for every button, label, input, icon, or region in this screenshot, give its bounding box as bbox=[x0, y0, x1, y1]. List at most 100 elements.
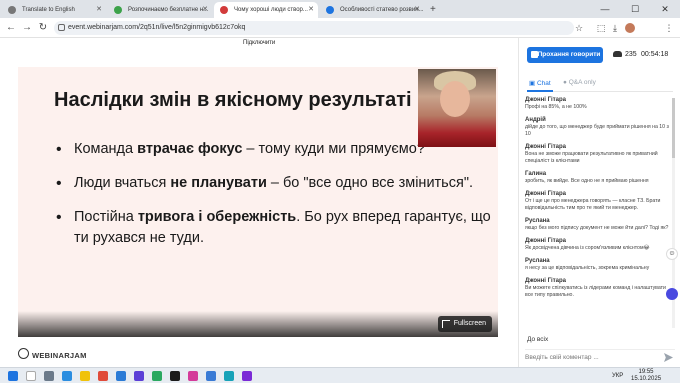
tab-chat-label: Chat bbox=[536, 80, 551, 87]
close-tab-icon[interactable]: ✕ bbox=[308, 2, 314, 18]
bullet-text: Люди вчаться bbox=[74, 175, 171, 191]
app-icon[interactable] bbox=[170, 371, 180, 381]
presentation-slide: Наслідки змін в якісному результаті Кома… bbox=[18, 67, 498, 337]
message-text: Ви можете спілкуватись із лідерами коман… bbox=[525, 285, 666, 298]
task-view-icon[interactable] bbox=[44, 371, 54, 381]
bullet-text: – бо "все одно все зміниться". bbox=[266, 175, 474, 191]
slide-bullet: Постійна тривога і обережність. Бо рух в… bbox=[56, 207, 496, 249]
viewer-count-value: 235 bbox=[625, 51, 637, 58]
address-toolbar: ← → ↻ event.webinarjam.com/2q51n/live/l5… bbox=[0, 18, 680, 38]
bullet-text: Постійна bbox=[74, 209, 138, 225]
close-tab-icon[interactable]: ✕ bbox=[414, 2, 420, 18]
site-info-icon[interactable] bbox=[58, 24, 65, 31]
presentation-area: Підключити Наслідки змін в якісному резу… bbox=[0, 38, 518, 367]
webinarjam-logo-icon bbox=[18, 348, 29, 359]
app-icon[interactable] bbox=[134, 371, 144, 381]
message-text: я несу за це відповідальність, зокрема к… bbox=[525, 265, 650, 271]
request-to-speak-label: Прохання говорити bbox=[537, 51, 601, 58]
message-text: Як досвідчена дівчина із сором'язливим к… bbox=[525, 245, 650, 251]
bookmark-star-icon[interactable]: ☆ bbox=[572, 21, 586, 35]
bullet-bold: тривога і обережність bbox=[137, 209, 297, 225]
app-icon[interactable] bbox=[206, 371, 216, 381]
message-text: От і ще це про менеджера говорять — клас… bbox=[525, 198, 661, 211]
fullscreen-label: Fullscreen bbox=[453, 320, 486, 327]
send-icon[interactable] bbox=[664, 353, 673, 362]
chrome-browser-icon[interactable] bbox=[98, 371, 108, 381]
message-author: Галина bbox=[525, 171, 547, 177]
request-to-speak-button[interactable]: Прохання говорити bbox=[527, 47, 603, 63]
chat-message: Джонні Гітара Ви можете спілкуватись із … bbox=[525, 277, 671, 299]
message-author: Андрій bbox=[525, 117, 546, 123]
app-icon[interactable] bbox=[152, 371, 162, 381]
start-menu-icon[interactable] bbox=[8, 371, 18, 381]
close-tab-icon[interactable]: ✕ bbox=[96, 2, 102, 18]
message-text: якщо без мого підпису документ не може й… bbox=[525, 225, 669, 231]
fullscreen-icon bbox=[441, 320, 450, 328]
app-icon[interactable] bbox=[242, 371, 252, 381]
tab-chat[interactable]: ▣ Chat bbox=[529, 79, 551, 87]
browser-tab[interactable]: Translate to English ✕ bbox=[2, 2, 106, 18]
chat-message: Руслана якщо без мого підпису документ н… bbox=[525, 217, 671, 232]
browser-tab-active[interactable]: Чому хороші люди створ... ✕ bbox=[214, 2, 318, 18]
clock-date: 15.10.2025 bbox=[631, 376, 662, 382]
viewer-count: 235 bbox=[613, 51, 637, 58]
presenter-webcam[interactable] bbox=[418, 69, 496, 147]
extensions-icon[interactable]: ⬚ bbox=[594, 21, 608, 35]
url-text: event.webinarjam.com/2q51n/live/l5n2ginm… bbox=[68, 24, 246, 31]
reload-icon[interactable]: ↻ bbox=[36, 21, 50, 35]
slide-bullet: Люди вчаться не планувати – бо "все одно… bbox=[56, 173, 496, 194]
comment-input[interactable]: Введіть свій коментар ... bbox=[525, 349, 675, 365]
forward-icon[interactable]: → bbox=[20, 21, 34, 35]
hand-icon bbox=[531, 51, 538, 58]
chat-sidebar: Прохання говорити 235 00:54:18 ▣ Chat ● … bbox=[518, 38, 680, 367]
app-icon[interactable] bbox=[224, 371, 234, 381]
app-icon[interactable] bbox=[188, 371, 198, 381]
search-icon[interactable] bbox=[26, 371, 36, 381]
system-clock[interactable]: 19:55 15.10.2025 bbox=[631, 369, 661, 383]
webinarjam-logo: WEBINARJAM bbox=[32, 351, 87, 360]
recipient-select[interactable]: До всіх bbox=[527, 336, 548, 343]
tab-favicon-icon bbox=[326, 6, 334, 14]
menu-dots-icon[interactable]: ⋮ bbox=[662, 21, 676, 35]
chat-message: Джонні Гітара От і ще це про менеджера г… bbox=[525, 190, 671, 212]
bullet-bold: не планувати bbox=[170, 175, 267, 191]
new-tab-button[interactable]: + bbox=[430, 2, 436, 18]
assistant-bubble-icon[interactable] bbox=[666, 288, 678, 300]
message-text: дійде до того, що менеджер буде приймати… bbox=[525, 124, 669, 137]
os-taskbar: УКР 19:55 15.10.2025 bbox=[0, 367, 680, 383]
close-window-icon[interactable]: ✕ bbox=[650, 0, 680, 18]
address-bar[interactable]: event.webinarjam.com/2q51n/live/l5n2ginm… bbox=[54, 21, 574, 35]
browser-tab[interactable]: Розпочинаємо безплатне н... ✕ bbox=[108, 2, 212, 18]
file-explorer-icon[interactable] bbox=[80, 371, 90, 381]
tab-qa[interactable]: ● Q&A only bbox=[563, 79, 596, 86]
browser-tab[interactable]: Особливості статево розвин... ✕ bbox=[320, 2, 424, 18]
bullet-text: Команда bbox=[74, 141, 138, 157]
chat-message: Галина зробить, як вийде. Все одно не я … bbox=[525, 170, 671, 185]
keyboard-language[interactable]: УКР bbox=[612, 368, 623, 384]
minimize-window-icon[interactable]: — bbox=[590, 0, 620, 18]
slide-controls-gradient bbox=[18, 311, 498, 337]
tab-title: Розпочинаємо безплатне н... bbox=[128, 7, 209, 13]
bullet-text: – тому куди ми прямуємо? bbox=[242, 141, 425, 157]
chat-scroll-thumb[interactable] bbox=[672, 98, 675, 158]
reconnect-link[interactable]: Підключити bbox=[243, 40, 275, 46]
chat-message: Джонні Гітара Вона не зможе працювати ре… bbox=[525, 143, 671, 165]
tab-favicon-icon bbox=[220, 6, 228, 14]
maximize-window-icon[interactable]: ☐ bbox=[620, 0, 650, 18]
close-tab-icon[interactable]: ✕ bbox=[202, 2, 208, 18]
session-timer: 00:54:18 bbox=[641, 51, 669, 58]
people-icon bbox=[613, 51, 622, 58]
edge-browser-icon[interactable] bbox=[62, 371, 72, 381]
chat-icon: ▣ bbox=[529, 80, 537, 87]
emoji-reaction-icon[interactable]: ☺ bbox=[666, 248, 678, 260]
presenter-face bbox=[440, 81, 470, 117]
profile-avatar-icon[interactable] bbox=[625, 23, 635, 33]
browser-tab-bar: Translate to English ✕ Розпочинаємо безп… bbox=[0, 0, 680, 18]
download-icon[interactable]: ⤓ bbox=[608, 21, 622, 35]
message-author: Джонні Гітара bbox=[525, 97, 566, 103]
slide-bullets: Команда втрачає фокус – тому куди ми пря… bbox=[56, 139, 496, 262]
fullscreen-button[interactable]: Fullscreen bbox=[437, 316, 492, 332]
back-icon[interactable]: ← bbox=[4, 21, 18, 35]
message-author: Джонні Гітара bbox=[525, 278, 566, 284]
mail-icon[interactable] bbox=[116, 371, 126, 381]
